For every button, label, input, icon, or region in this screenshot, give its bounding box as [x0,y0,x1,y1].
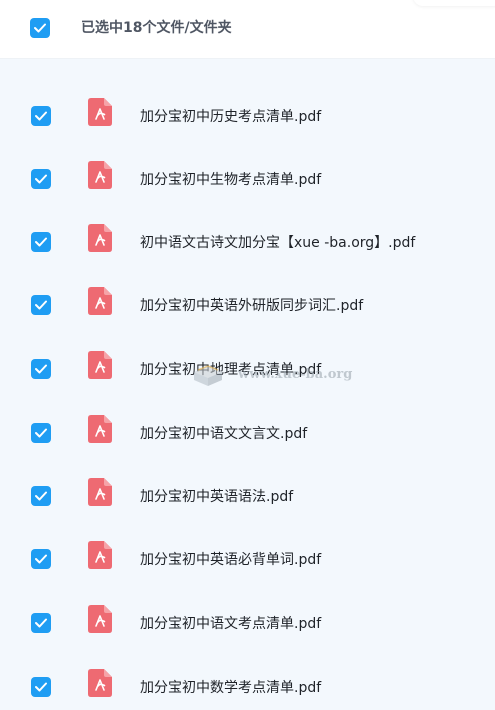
pdf-file-icon [88,415,112,443]
check-icon [35,237,47,247]
file-row[interactable]: 加分宝初中历史考点清单.pdf [0,84,495,148]
pdf-file-icon [88,351,112,379]
select-all-checkbox[interactable] [30,18,50,38]
file-row[interactable] [0,58,495,78]
file-name[interactable]: 加分宝初中英语语法.pdf [140,487,293,507]
file-row[interactable]: 加分宝初中语文考点清单.pdf [0,591,495,655]
selection-header: 已选中18个文件/文件夹 [0,0,495,59]
site-watermark: www.xue-ba.org [192,358,362,394]
file-checkbox[interactable] [31,486,51,506]
file-row[interactable]: 加分宝初中生物考点清单.pdf [0,147,495,211]
pdf-file-icon [88,98,112,126]
file-name[interactable]: 加分宝初中数学考点清单.pdf [140,678,321,698]
check-icon [35,428,47,438]
file-name[interactable]: 初中语文古诗文加分宝【xue -ba.org】.pdf [140,233,415,253]
file-checkbox[interactable] [31,169,51,189]
check-icon [35,682,47,692]
check-icon [35,491,47,501]
pdf-file-icon [88,541,112,569]
file-name[interactable]: 加分宝初中语文文言文.pdf [140,424,307,444]
file-checkbox[interactable] [31,359,51,379]
file-checkbox[interactable] [31,613,51,633]
pdf-file-icon [88,669,112,697]
file-checkbox[interactable] [31,295,51,315]
header-tab-edge [413,0,495,6]
file-name[interactable]: 加分宝初中语文考点清单.pdf [140,614,321,634]
file-row[interactable]: 加分宝初中数学考点清单.pdf [0,655,495,710]
watermark-text: www.xue-ba.org [238,367,353,382]
file-row[interactable]: 加分宝初中语文文言文.pdf [0,401,495,465]
check-icon [34,23,46,33]
file-name[interactable]: 加分宝初中历史考点清单.pdf [140,107,321,127]
file-checkbox[interactable] [31,232,51,252]
pdf-file-icon [88,605,112,633]
file-name[interactable]: 加分宝初中英语必背单词.pdf [140,550,321,570]
check-icon [35,554,47,564]
file-checkbox[interactable] [31,549,51,569]
pdf-file-icon [88,287,112,315]
file-row[interactable]: 加分宝初中英语语法.pdf [0,464,495,528]
file-checkbox[interactable] [31,423,51,443]
pdf-file-icon [88,478,112,506]
pdf-file-icon [88,161,112,189]
file-checkbox[interactable] [31,677,51,697]
file-name[interactable]: 加分宝初中英语外研版同步词汇.pdf [140,296,363,316]
check-icon [35,174,47,184]
selection-count-text: 已选中18个文件/文件夹 [81,20,232,36]
file-row[interactable]: 加分宝初中英语外研版同步词汇.pdf [0,273,495,337]
file-name[interactable]: 加分宝初中生物考点清单.pdf [140,170,321,190]
check-icon [35,300,47,310]
check-icon [35,364,47,374]
file-checkbox[interactable] [31,106,51,126]
check-icon [35,618,47,628]
pdf-file-icon [88,224,112,252]
file-row[interactable]: 初中语文古诗文加分宝【xue -ba.org】.pdf [0,210,495,274]
watermark-book-icon [194,365,222,386]
file-row[interactable]: 加分宝初中英语必背单词.pdf [0,527,495,591]
check-icon [35,111,47,121]
